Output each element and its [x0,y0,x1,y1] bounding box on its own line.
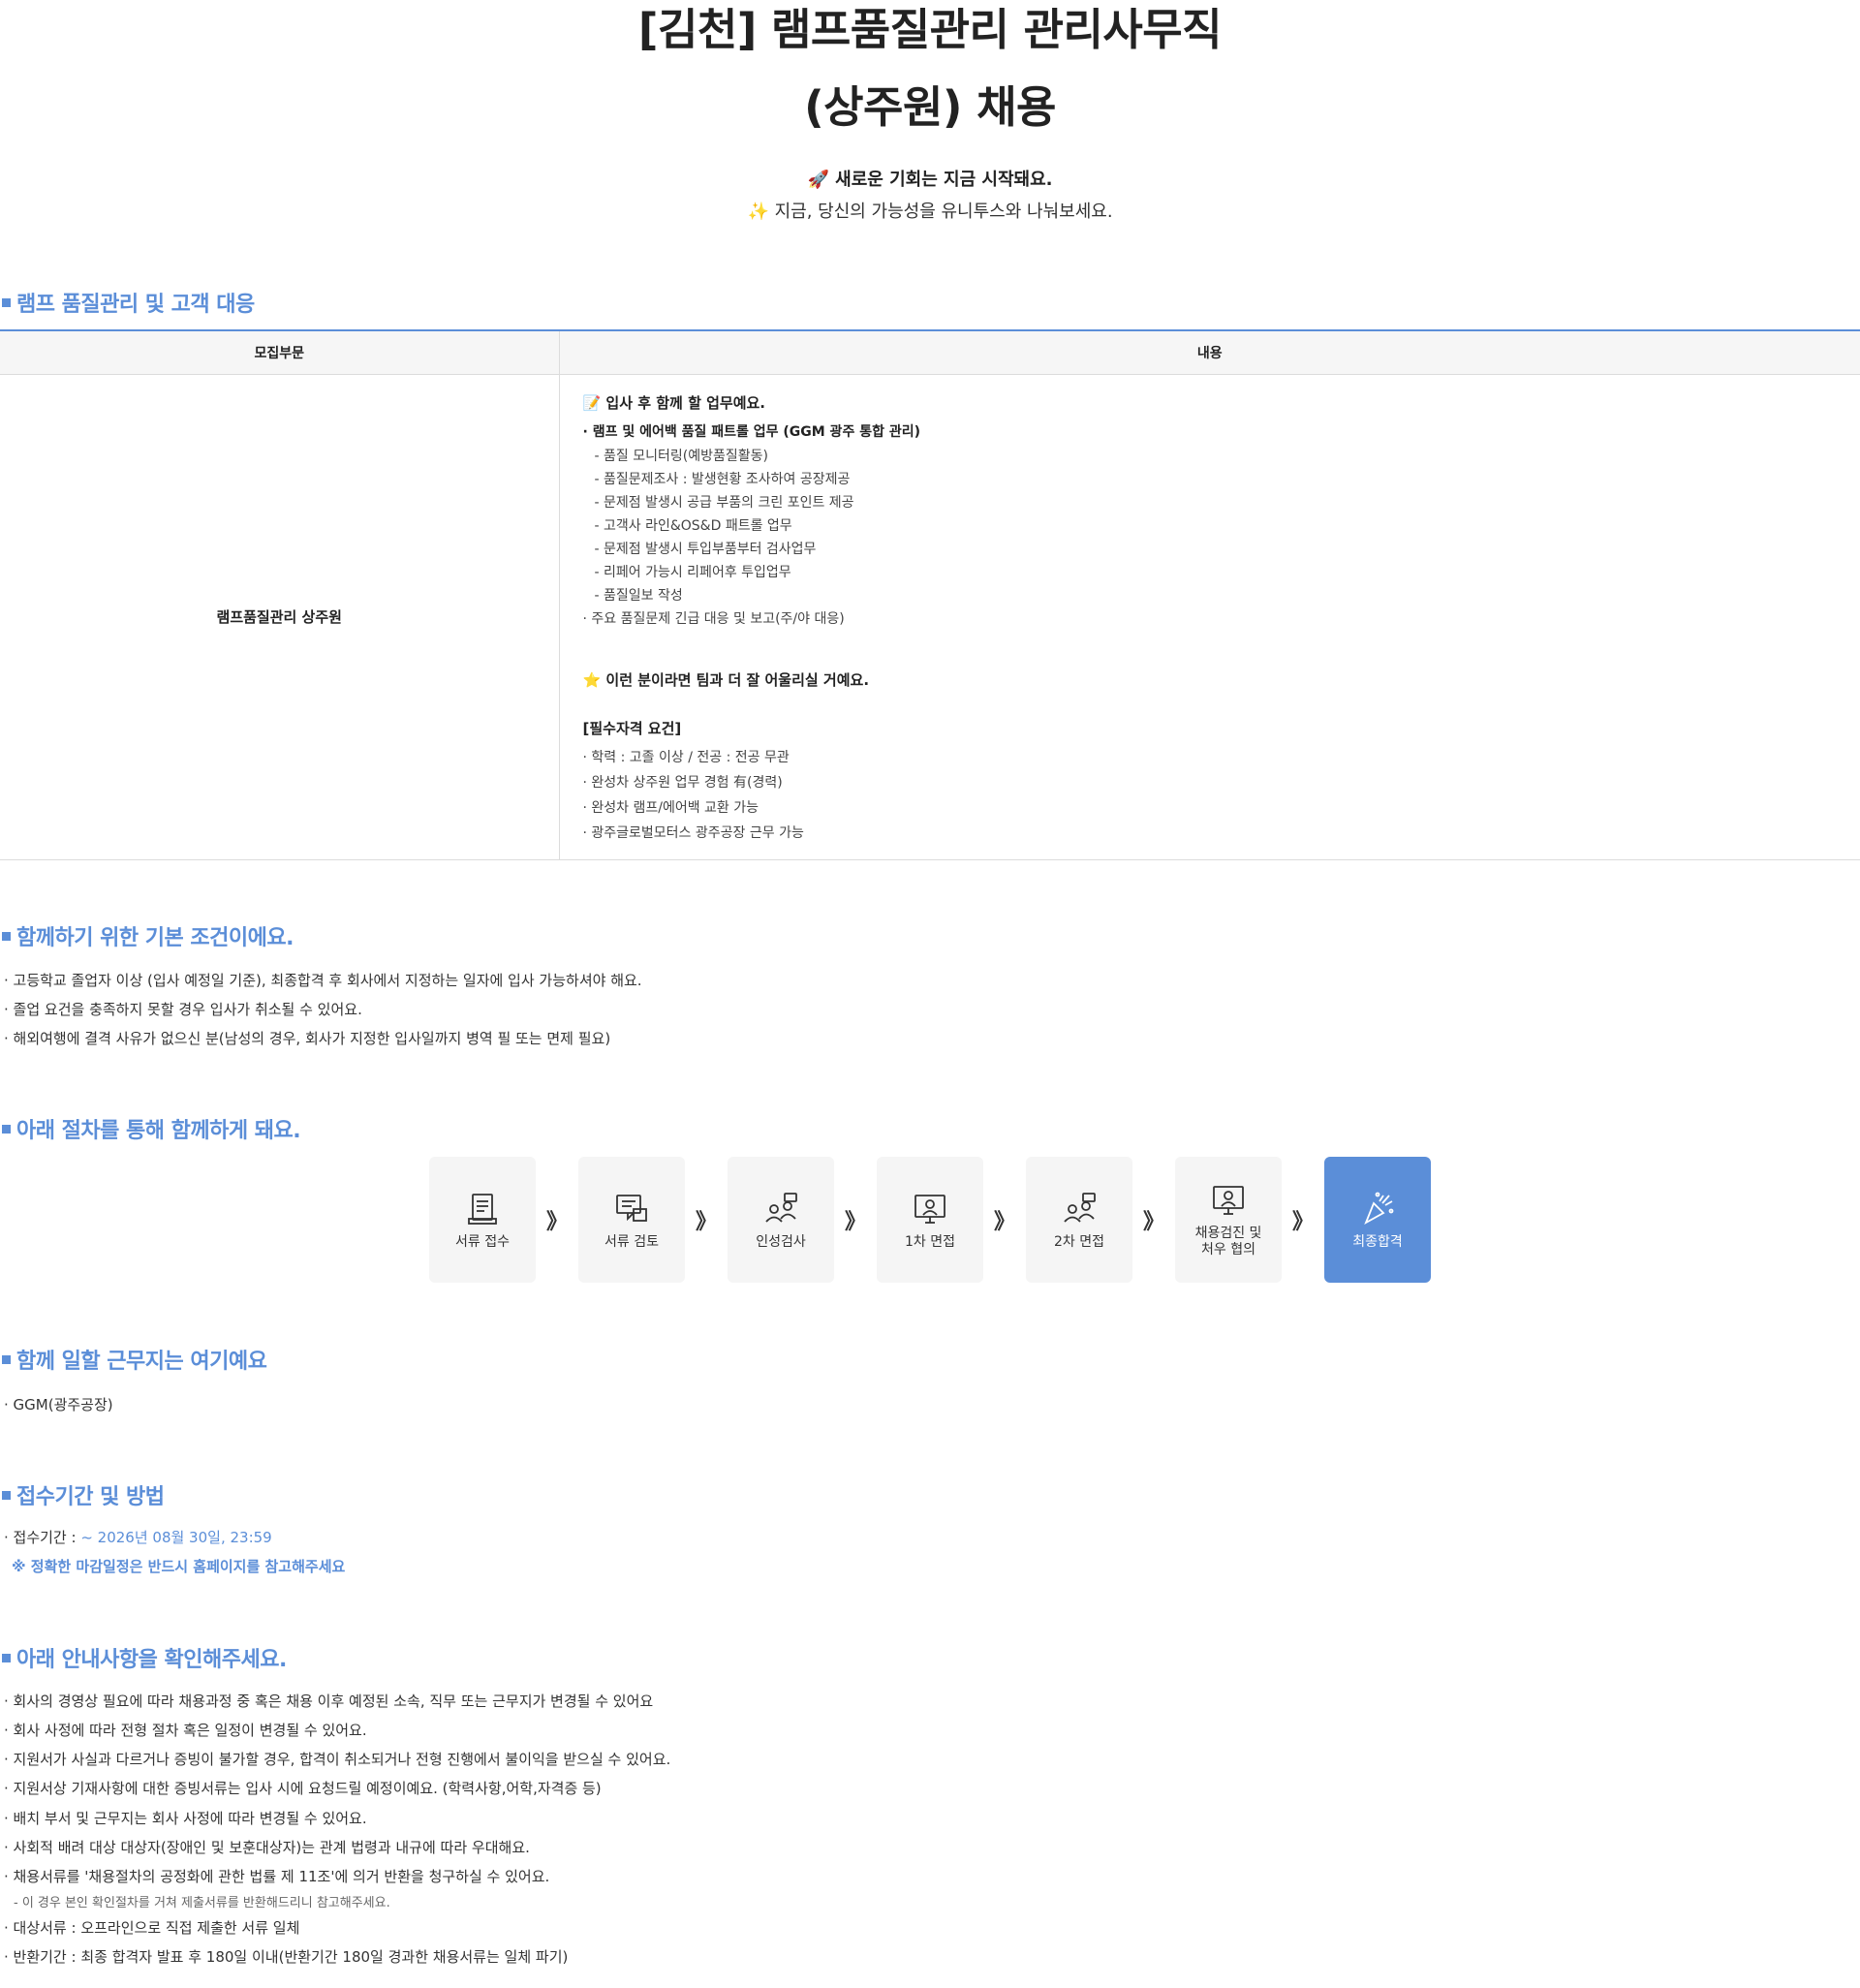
step-arrow-icon: 》 [545,1210,568,1234]
notice-item: · 회사 사정에 따라 전형 절차 혹은 일정이 변경될 수 있어요. [4,1722,367,1739]
section-heading-text: 접수기간 및 방법 [16,1485,165,1509]
fit-heading: ⭐ 이런 분이라면 팀과 더 잘 어울리실 거예요. [582,670,870,689]
requirement-item: · 광주글로벌모터스 광주공장 근무 가능 [582,824,804,841]
section-heading-application: 접수기간 및 방법 [0,1479,165,1510]
duty-sub-item: - 품질 모니터링(예방품질활동) [594,448,768,464]
chat-review-icon [616,1194,647,1222]
content-cell: 📝 입사 후 함께 할 업무예요. · 램프 및 에어백 품질 패트롤 업무 (… [559,374,1860,860]
condition-item: · 해외여행에 결격 사유가 없으신 분(남성의 경우, 회사가 지정한 입사일… [4,1030,611,1047]
column-header-content: 내용 [559,330,1860,375]
step-label: 최종합격 [1352,1233,1403,1250]
notice-item: · 지원서상 기재사항에 대한 증빙서류는 입사 시에 요청드릴 예정이예요. … [4,1780,602,1797]
duties-main: · 램프 및 에어백 품질 패트롤 업무 (GGM 광주 통합 관리) [582,423,921,440]
party-popper-icon [1364,1192,1394,1225]
step-arrow-icon: 》 [993,1210,1015,1234]
section-heading-text: 램프 품질관리 및 고객 대응 [16,293,255,317]
step-arrow-icon: 》 [844,1210,866,1234]
step-label: 2차 면접 [1054,1233,1104,1250]
step-label: 서류 검토 [604,1233,659,1250]
period-value: ~ 2026년 08월 30일, 23:59 [80,1529,272,1546]
step-final-pass: 최종합격 [1324,1157,1431,1283]
step-label: 인성검사 [756,1233,806,1250]
section-bullet-icon [2,1124,11,1134]
notice-item: · 채용서류를 '채용절차의 공정화에 관한 법률 제 11조'에 의거 반환을… [4,1868,550,1885]
duty-sub-item: - 고객사 라인&OS&D 패트롤 업무 [594,517,792,534]
step-arrow-icon: 》 [1291,1210,1314,1234]
period-label: · 접수기간 : [4,1529,81,1546]
people-chat-icon [765,1192,797,1223]
deadline-note: ※ 정확한 마감일정은 반드시 홈페이지를 참고해주세요 [12,1556,345,1576]
requirement-item: · 완성차 램프/에어백 교환 가능 [582,799,760,816]
deadline-note-text: ※ 정확한 마감일정은 반드시 홈페이지를 참고해주세요 [12,1558,346,1575]
monitor-interview-icon [914,1194,946,1224]
duty-sub-item: - 리페어 가능시 리페어후 투입업무 [594,564,791,580]
notice-sub-note: - 이 경우 본인 확인절차를 거쳐 제출서류를 반환해드리니 참고해주세요. [14,1896,390,1910]
notice-item: · 회사의 경영상 필요에 따라 채용과정 중 혹은 채용 이후 예정된 소속,… [4,1693,654,1710]
column-header-dept: 모집부문 [0,330,560,375]
process-steps: 서류 접수 》 서류 검토 》 인성검사 》 1차 면접 》 2차 면접 》 채… [429,1157,1431,1283]
monitor-interview-icon [1213,1186,1244,1215]
tagline-secondary: ✨ 지금, 당신의 가능성을 유니투스와 나눠보세요. [747,202,1113,222]
step-personality-test: 인성검사 [728,1157,834,1283]
section-heading-workplace: 함께 일할 근무지는 여기예요 [0,1344,267,1375]
requirements-heading: [필수자격 요건] [582,719,682,737]
step-health-check: 채용검진 및 처우 협의 [1175,1157,1282,1283]
notice-item: · 대상서류 : 오프라인으로 직접 제출한 서류 일체 [4,1919,300,1937]
duty-sub-item: - 문제점 발생시 공급 부품의 크린 포인트 제공 [594,494,854,511]
tagline-primary: 🚀 새로운 기회는 지금 시작돼요. [807,170,1053,190]
duties-heading: 📝 입사 후 함께 할 업무예요. [582,393,766,412]
section-heading-conditions: 함께하기 위한 기본 조건이에요. [0,920,294,951]
section-heading-job: 램프 품질관리 및 고객 대응 [0,287,255,318]
section-heading-text: 함께 일할 근무지는 여기예요 [16,1350,267,1374]
step-label: 채용검진 및 처우 협의 [1194,1226,1262,1258]
table-header-row: 모집부문 내용 [0,330,1860,375]
application-period: · 접수기간 : ~ 2026년 08월 30일, 23:59 [4,1527,272,1547]
section-heading-text: 아래 절차를 통해 함께하게 돼요. [16,1119,301,1143]
page-title-line2: (상주원) 채용 [804,81,1056,133]
section-bullet-icon [2,1354,11,1364]
section-heading-text: 함께하기 위한 기본 조건이에요. [16,926,294,950]
recruit-table: 모집부문 내용 램프품질관리 상주원 📝 입사 후 함께 할 업무예요. · 램… [0,329,1860,860]
step-arrow-icon: 》 [1142,1210,1164,1234]
duty-sub-item: - 문제점 발생시 투입부품부터 검사업무 [594,541,817,557]
section-heading-process: 아래 절차를 통해 함께하게 돼요. [0,1113,301,1144]
dept-cell: 램프품질관리 상주원 [0,374,560,860]
step-label: 서류 접수 [455,1233,510,1250]
requirement-item: · 완성차 상주원 업무 경험 有(경력) [582,774,783,791]
notice-item: · 배치 부서 및 근무지는 회사 사정에 따라 변경될 수 있어요. [4,1810,367,1827]
workplace-item: · GGM(광주공장) [4,1396,113,1413]
condition-item: · 졸업 요건을 충족하지 못할 경우 입사가 취소될 수 있어요. [4,1001,362,1018]
duty-sub-item: - 품질일보 작성 [594,587,683,604]
document-form-icon [468,1193,497,1225]
notice-item: · 지원서가 사실과 다르거나 증빙이 불가할 경우, 합격이 취소되거나 전형… [4,1751,671,1768]
section-heading-text: 아래 안내사항을 확인해주세요. [16,1648,287,1672]
step-document-submit: 서류 접수 [429,1157,536,1283]
section-heading-notice: 아래 안내사항을 확인해주세요. [0,1642,287,1673]
step-arrow-icon: 》 [695,1210,717,1234]
step-document-review: 서류 검토 [578,1157,685,1283]
section-bullet-icon [2,297,11,307]
section-bullet-icon [2,1653,11,1662]
page-title-line1: [김천] 램프품질관리 관리사무직 [637,4,1223,55]
section-bullet-icon [2,1490,11,1500]
duty-sub-item: - 품질문제조사 : 발생현황 조사하여 공장제공 [594,471,851,487]
people-chat-icon [1064,1192,1096,1223]
section-bullet-icon [2,931,11,941]
step-second-interview: 2차 면접 [1026,1157,1132,1283]
step-label: 1차 면접 [905,1233,955,1250]
condition-item: · 고등학교 졸업자 이상 (입사 예정일 기준), 최종합격 후 회사에서 지… [4,972,642,989]
duties-extra: · 주요 품질문제 긴급 대응 및 보고(주/야 대응) [582,610,845,627]
notice-item: · 반환기간 : 최종 합격자 발표 후 180일 이내(반환기간 180일 경… [4,1948,569,1966]
step-first-interview: 1차 면접 [877,1157,983,1283]
notice-item: · 사회적 배려 대상 대상자(장애인 및 보훈대상자)는 관계 법령과 내규에… [4,1839,530,1856]
table-row: 램프품질관리 상주원 📝 입사 후 함께 할 업무예요. · 램프 및 에어백 … [0,374,1860,860]
requirement-item: · 학력 : 고졸 이상 / 전공 : 전공 무관 [582,749,790,765]
